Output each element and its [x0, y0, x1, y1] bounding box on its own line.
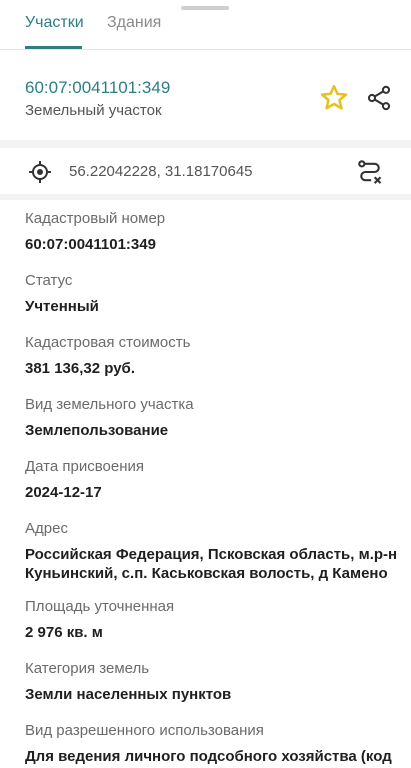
- field-value: Землепользование: [25, 422, 169, 439]
- address-line: Российская Федерация, Псковская область,…: [25, 546, 398, 563]
- favorite-button[interactable]: [319, 83, 349, 113]
- field-value: 2 976 кв. м: [25, 624, 103, 641]
- address-line: Куньинский, с.п. Каськовская волость, д …: [25, 565, 388, 582]
- field-label: Кадастровая стоимость: [25, 334, 191, 351]
- route-icon: [358, 160, 382, 184]
- field-address: Адрес Российская Федерация, Псковская об…: [25, 520, 405, 583]
- active-tab-indicator: [25, 46, 82, 49]
- field-land-category: Категория земель Земли населенных пункто…: [25, 660, 405, 704]
- share-icon: [367, 85, 391, 111]
- coordinates-row: 56.22042228, 31.18170645: [0, 148, 411, 194]
- crosshair-icon: [29, 161, 51, 183]
- coordinates-text[interactable]: 56.22042228, 31.18170645: [69, 163, 253, 180]
- field-label: Кадастровый номер: [25, 210, 166, 227]
- field-value: Учтенный: [25, 298, 99, 315]
- field-land-type: Вид земельного участка Землепользование: [25, 396, 405, 440]
- star-icon: [320, 85, 348, 110]
- field-value: Для ведения личного подсобного хозяйства…: [25, 748, 392, 768]
- field-permitted-use: Вид разрешенного использования Для веден…: [25, 722, 405, 768]
- field-value: 381 136,32 руб.: [25, 360, 135, 377]
- field-assignment-date: Дата присвоения 2024-12-17: [25, 458, 405, 502]
- parcel-header: 60:07:0041101:349 Земельный участок: [0, 50, 411, 136]
- parcel-id: 60:07:0041101:349: [25, 78, 171, 97]
- field-label: Вид разрешенного использования: [25, 722, 264, 739]
- field-value: 2024-12-17: [25, 484, 102, 501]
- field-label: Площадь уточненная: [25, 598, 175, 615]
- field-value: Земли населенных пунктов: [25, 686, 232, 703]
- field-cadastral-number: Кадастровый номер 60:07:0041101:349: [25, 210, 405, 254]
- field-status: Статус Учтенный: [25, 272, 405, 316]
- share-button[interactable]: [365, 84, 393, 112]
- tab-buildings[interactable]: Здания: [107, 14, 161, 32]
- tab-parcels[interactable]: Участки: [25, 14, 84, 32]
- field-label: Категория земель: [25, 660, 150, 677]
- field-label: Статус: [25, 272, 73, 289]
- field-value[interactable]: 60:07:0041101:349: [25, 235, 405, 254]
- separator: [0, 140, 411, 148]
- separator: [0, 194, 411, 200]
- parcel-type: Земельный участок: [25, 102, 162, 119]
- field-label: Вид земельного участка: [25, 396, 194, 413]
- location-button[interactable]: [28, 160, 52, 184]
- field-area: Площадь уточненная 2 976 кв. м: [25, 598, 405, 642]
- route-button[interactable]: [356, 158, 384, 186]
- field-cadastral-value: Кадастровая стоимость 381 136,32 руб.: [25, 334, 405, 378]
- field-value: Российская Федерация, Псковская область,…: [25, 545, 405, 583]
- field-label: Адрес: [25, 520, 68, 537]
- field-label: Дата присвоения: [25, 458, 144, 475]
- tab-bar: Участки Здания: [0, 0, 411, 50]
